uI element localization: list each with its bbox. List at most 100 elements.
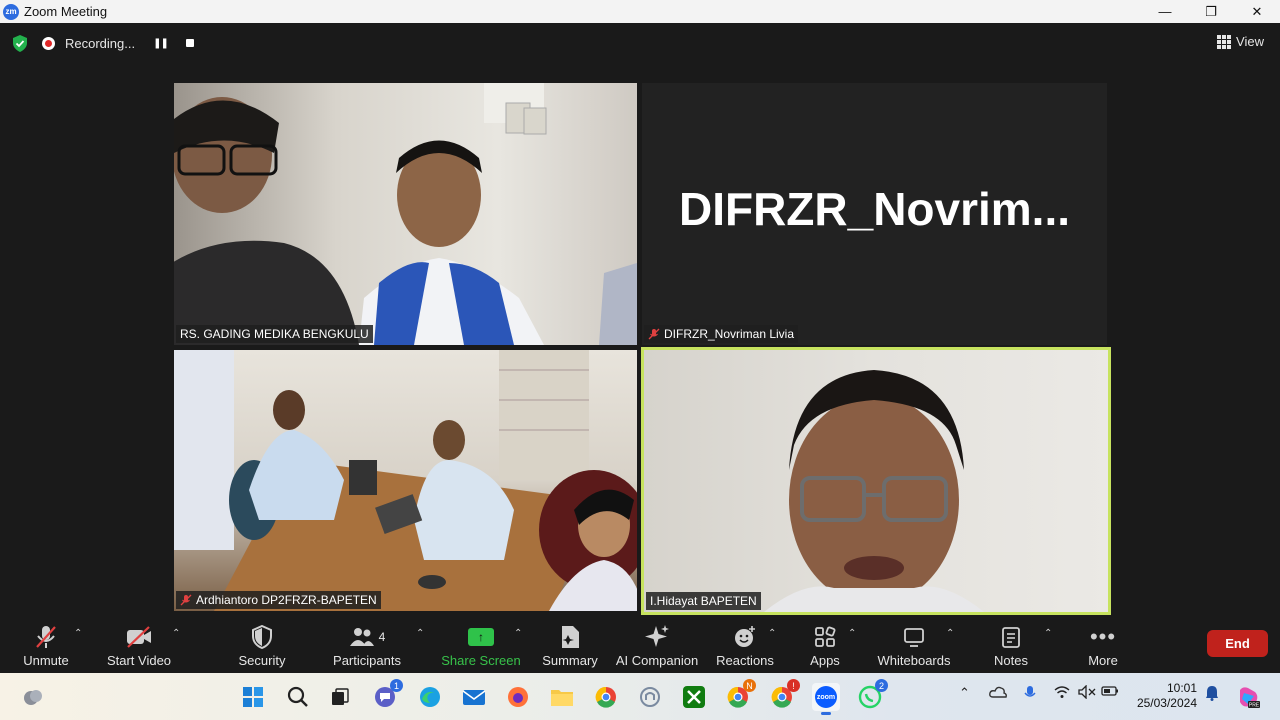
security-button[interactable]: Security [232, 620, 292, 673]
more-button[interactable]: ••• More [1083, 620, 1123, 673]
whiteboards-label: Whiteboards [877, 653, 951, 668]
notification-badge: 2 [875, 679, 888, 692]
encryption-shield-icon[interactable] [12, 35, 28, 52]
summary-button[interactable]: Summary [540, 620, 600, 673]
apps-button[interactable]: Apps [805, 620, 845, 673]
reactions-button[interactable]: Reactions [716, 620, 774, 673]
share-screen-icon: ↑ [468, 628, 494, 646]
notification-badge: 1 [390, 679, 403, 692]
notification-bell-icon[interactable] [1205, 685, 1219, 704]
participants-button[interactable]: 4 Participants [332, 620, 402, 673]
chrome-icon[interactable] [592, 683, 620, 711]
notification-badge: N [743, 679, 756, 692]
weather-widget-icon[interactable] [19, 683, 47, 711]
people-icon [349, 628, 374, 646]
whiteboards-button[interactable]: Whiteboards [876, 620, 952, 673]
recording-indicator: Recording... ❚❚ [42, 32, 194, 54]
battery-icon[interactable] [1101, 685, 1119, 700]
notes-options-chevron-icon[interactable]: ⌃ [1044, 628, 1052, 639]
onedrive-cloud-icon[interactable] [989, 685, 1007, 702]
end-meeting-button[interactable]: End [1207, 630, 1268, 657]
participant-video [764, 370, 984, 612]
meeting-topbar: Recording... ❚❚ View [0, 23, 1280, 63]
video-tile-active-speaker[interactable]: I.Hidayat BAPETEN [641, 347, 1111, 615]
participants-label: Participants [333, 653, 401, 668]
more-icon: ••• [1089, 624, 1117, 649]
video-options-chevron-icon[interactable]: ⌃ [172, 628, 180, 639]
audio-options-chevron-icon[interactable]: ⌃ [74, 628, 82, 639]
minimize-button[interactable]: — [1142, 0, 1188, 23]
firefox-icon[interactable] [504, 683, 532, 711]
start-video-label: Start Video [106, 653, 172, 668]
zoom-icon-text: zoom [816, 693, 836, 701]
notes-button[interactable]: Notes [990, 620, 1032, 673]
participant-name-label: I.Hidayat BAPETEN [646, 592, 761, 610]
meeting-toolbar: Unmute ⌃ Start Video ⌃ Security 4 Partic… [0, 620, 1280, 673]
summary-icon [562, 626, 579, 648]
search-icon[interactable] [284, 683, 312, 711]
app-icon[interactable] [636, 683, 664, 711]
clock-date: 25/03/2024 [1136, 696, 1197, 710]
window-titlebar: zm Zoom Meeting — ❐ ✕ [0, 0, 1280, 23]
participant-name-label: RS. GADING MEDIKA BENGKULU [176, 325, 373, 343]
view-label: View [1236, 34, 1264, 49]
speaker-muted-icon[interactable] [1078, 684, 1096, 702]
video-tile-3[interactable]: Ardhiantoro DP2FRZR-BAPETEN [174, 350, 637, 611]
file-explorer-icon[interactable] [548, 683, 576, 711]
unmute-button[interactable]: Unmute [20, 620, 72, 673]
shield-icon [252, 625, 272, 649]
meeting-area: Recording... ❚❚ View RS. GADING MEDIKA B… [0, 23, 1280, 673]
participant-video [174, 83, 637, 345]
apps-options-chevron-icon[interactable]: ⌃ [848, 628, 856, 639]
whiteboards-options-chevron-icon[interactable]: ⌃ [946, 628, 954, 639]
share-screen-button[interactable]: ↑ Share Screen [441, 620, 521, 673]
chrome-profile-icon[interactable]: ! [768, 679, 800, 711]
chrome-profile-icon[interactable]: N [724, 679, 756, 711]
show-hidden-icons-chevron-icon[interactable]: ⌃ [959, 685, 970, 701]
ai-companion-button[interactable]: AI Companion [616, 620, 698, 673]
task-view-icon[interactable] [326, 683, 354, 711]
teams-chat-icon[interactable]: 1 [371, 679, 403, 711]
reactions-label: Reactions [716, 653, 774, 668]
video-tile-1[interactable]: RS. GADING MEDIKA BENGKULU [174, 83, 637, 345]
wifi-icon[interactable] [1054, 685, 1070, 702]
svg-text:PRE: PRE [1249, 703, 1260, 709]
stop-recording-button[interactable] [185, 39, 194, 47]
system-clock[interactable]: 10:01 25/03/2024 [1137, 681, 1197, 711]
clock-time: 10:01 [1166, 681, 1197, 695]
close-button[interactable]: ✕ [1234, 0, 1280, 23]
start-video-button[interactable]: Start Video [105, 620, 173, 673]
maximize-button[interactable]: ❐ [1188, 0, 1234, 23]
mail-icon[interactable] [460, 683, 488, 711]
mic-muted-icon [36, 626, 56, 648]
participant-video [174, 350, 637, 611]
notification-badge: ! [787, 679, 800, 692]
edge-browser-icon[interactable] [416, 683, 444, 711]
copilot-icon[interactable]: PRE [1234, 683, 1262, 711]
reactions-options-chevron-icon[interactable]: ⌃ [768, 628, 776, 639]
view-button[interactable]: View [1217, 34, 1264, 49]
start-menu-icon[interactable] [239, 683, 267, 711]
sparkle-icon [645, 625, 669, 647]
window-title: Zoom Meeting [24, 4, 108, 19]
grid-view-icon [1217, 34, 1232, 49]
whatsapp-icon[interactable]: 2 [856, 679, 888, 711]
windows-taskbar: 1 N ! zoom 2 ⌃ 10:01 25/03/2024 PRE [0, 673, 1280, 720]
share-screen-label: Share Screen [441, 653, 521, 668]
zoom-logo-icon: zm [3, 3, 19, 20]
participant-name: DIFRZR_Novriman Livia [664, 327, 795, 341]
participant-name-label: Ardhiantoro DP2FRZR-BAPETEN [176, 591, 381, 609]
microphone-icon[interactable] [1024, 685, 1036, 704]
recording-dot-icon [42, 36, 55, 50]
security-label: Security [238, 653, 286, 668]
pause-recording-button[interactable]: ❚❚ [153, 38, 169, 49]
ai-companion-label: AI Companion [615, 653, 699, 668]
participant-name: RS. GADING MEDIKA BENGKULU [180, 327, 369, 341]
participants-options-chevron-icon[interactable]: ⌃ [416, 628, 424, 639]
participant-display-name: DIFRZR_Novrim... [678, 183, 1071, 235]
xbox-icon[interactable] [680, 683, 708, 711]
mic-muted-icon [180, 594, 192, 606]
share-options-chevron-icon[interactable]: ⌃ [514, 628, 522, 639]
zoom-taskbar-icon[interactable]: zoom [812, 683, 840, 715]
video-tile-2[interactable]: DIFRZR_Novrim... DIFRZR_Novriman Livia [642, 83, 1107, 345]
